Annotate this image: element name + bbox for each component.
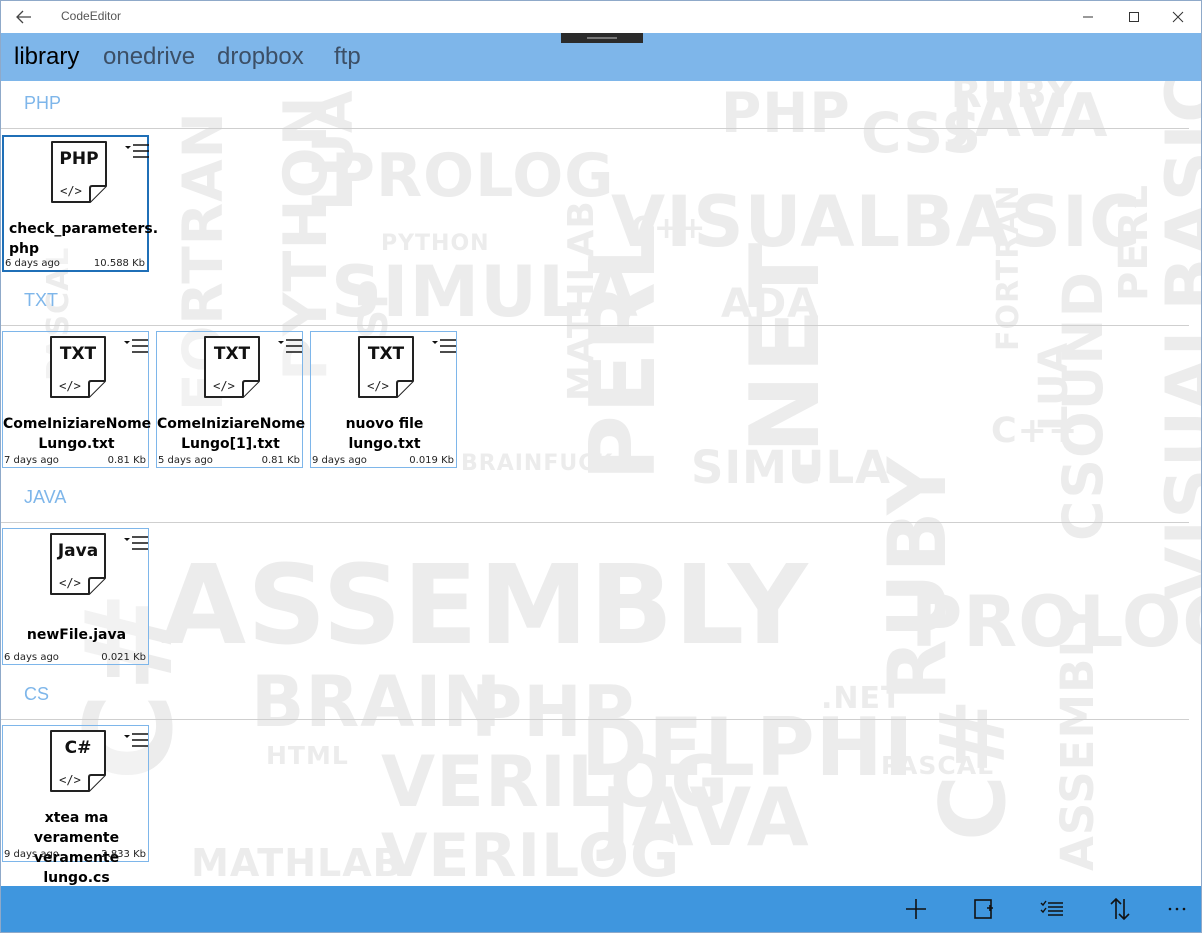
group-divider (1, 128, 1189, 129)
tab-onedrive[interactable]: onedrive (103, 43, 195, 71)
file-menu-icon[interactable] (431, 338, 457, 356)
group-divider (1, 719, 1189, 720)
code-file-icon: </> TXT (50, 336, 106, 398)
file-size: 0.81 Kb (261, 455, 300, 466)
file-name: xtea ma veramente veramente lungo.cs (3, 808, 150, 888)
code-file-icon: </> TXT (204, 336, 260, 398)
file-name: newFile.java (3, 625, 150, 645)
back-arrow-icon (16, 10, 31, 24)
file-name-line1: check_parameters. (9, 221, 159, 237)
file-type-badge: TXT (214, 344, 251, 364)
title-bar: CodeEditor (1, 1, 1201, 33)
file-modified-date: 9 days ago (4, 849, 59, 860)
file-type-badge: PHP (59, 149, 98, 169)
plus-icon (906, 899, 926, 919)
file-name-line2: lungo.txt (348, 436, 421, 452)
group-header-cs[interactable]: CS (24, 684, 49, 705)
svg-text:</>: </> (367, 379, 389, 393)
group-header-php[interactable]: PHP (24, 93, 61, 114)
file-type-badge: TXT (60, 344, 97, 364)
close-button[interactable] (1155, 1, 1201, 33)
file-name: nuovo file lungo.txt (311, 414, 458, 454)
checklist-icon (1040, 900, 1063, 916)
file-tile[interactable]: </> TXT ComeIniziareNome Lungo[1].txt 5 days… (156, 331, 306, 468)
code-file-icon: </> C# (50, 730, 106, 792)
file-type-badge: TXT (368, 344, 405, 364)
file-type-badge: Java (57, 541, 98, 561)
file-modified-date: 9 days ago (312, 455, 367, 466)
file-library: PHP </> PHP check_parameters. php 6 days ago 1… (1, 81, 1201, 886)
group-header-java[interactable]: JAVA (24, 487, 66, 508)
maximize-button[interactable] (1111, 1, 1157, 33)
file-name-line1: ComeIniziareNome (157, 416, 306, 432)
svg-text:</>: </> (59, 379, 81, 393)
file-menu-icon[interactable] (124, 143, 150, 161)
file-tile[interactable]: </> TXT ComeIniziareNome Lungo.txt 7 days ag… (2, 331, 152, 468)
file-size: 0.019 Kb (409, 455, 454, 466)
file-menu-icon[interactable] (123, 338, 149, 356)
code-file-icon: </> PHP (51, 141, 107, 203)
file-name-line1: ComeIniziareNome (3, 416, 152, 432)
file-size: 10.588 Kb (93, 258, 145, 269)
multi-select-button[interactable] (1034, 894, 1070, 924)
tab-library[interactable]: library (14, 43, 79, 71)
file-menu-icon[interactable] (123, 535, 149, 553)
close-icon (1172, 11, 1184, 23)
sort-button[interactable] (1102, 894, 1138, 924)
app-title: CodeEditor (61, 9, 122, 23)
minimize-button[interactable] (1065, 1, 1111, 33)
group-header-txt[interactable]: TXT (24, 290, 58, 311)
file-type-badge: C# (65, 738, 92, 758)
code-file-icon: </> Java (50, 533, 106, 595)
add-button[interactable] (898, 894, 934, 924)
file-name-line1: xtea ma veramente (33, 810, 120, 846)
file-tile[interactable]: </> PHP check_parameters.php 6 days ago 10.5… (2, 135, 159, 272)
group-divider (1, 522, 1189, 523)
minimize-icon (1083, 16, 1093, 18)
file-tile[interactable]: </> Java newFile.java 6 days ago 0.021 Kb (2, 528, 149, 665)
file-name: check_parameters.php (4, 219, 159, 259)
file-size: 2.833 Kb (101, 849, 146, 860)
tab-dropbox[interactable]: dropbox (217, 43, 304, 71)
sort-icon (1110, 897, 1130, 921)
group-divider (1, 325, 1189, 326)
file-name-line2: Lungo.txt (38, 436, 115, 452)
back-button[interactable] (9, 5, 39, 29)
tab-ftp[interactable]: ftp (334, 43, 361, 71)
file-tile[interactable]: </> TXT nuovo file lungo.txt 9 days ago 0.019… (310, 331, 457, 468)
pivot-tabs: library onedrive dropbox ftp (1, 33, 1201, 81)
svg-text:</>: </> (59, 576, 81, 590)
select-button[interactable] (966, 894, 1002, 924)
drag-handle[interactable] (561, 33, 643, 43)
file-name-line1: nuovo file (345, 416, 424, 432)
file-menu-icon[interactable] (277, 338, 303, 356)
file-modified-date: 5 days ago (158, 455, 213, 466)
app-window: CodeEditor PROLOG LUA SIMULA PHP CSS RUBY JAVA… (0, 0, 1202, 933)
file-tile[interactable]: </> C# xtea ma veramente veramente lungo.cs… (2, 725, 149, 886)
select-icon (974, 899, 993, 919)
svg-text:</>: </> (59, 773, 81, 787)
file-menu-icon[interactable] (123, 732, 149, 750)
command-bar (1, 886, 1201, 932)
file-size: 0.021 Kb (101, 652, 146, 663)
file-name: ComeIniziareNome Lungo.txt (3, 414, 152, 454)
maximize-icon (1129, 12, 1139, 22)
svg-text:</>: </> (213, 379, 235, 393)
svg-text:</>: </> (60, 184, 82, 198)
file-name: ComeIniziareNome Lungo[1].txt (157, 414, 306, 454)
more-icon (1168, 907, 1186, 911)
file-name-line2: php (9, 241, 40, 257)
file-modified-date: 6 days ago (5, 258, 60, 269)
file-modified-date: 6 days ago (4, 652, 59, 663)
file-modified-date: 7 days ago (4, 455, 59, 466)
more-button[interactable] (1159, 894, 1195, 924)
file-name-line2: Lungo[1].txt (181, 436, 280, 452)
file-name-line2: newFile.java (26, 627, 127, 643)
file-size: 0.81 Kb (107, 455, 146, 466)
code-file-icon: </> TXT (358, 336, 414, 398)
